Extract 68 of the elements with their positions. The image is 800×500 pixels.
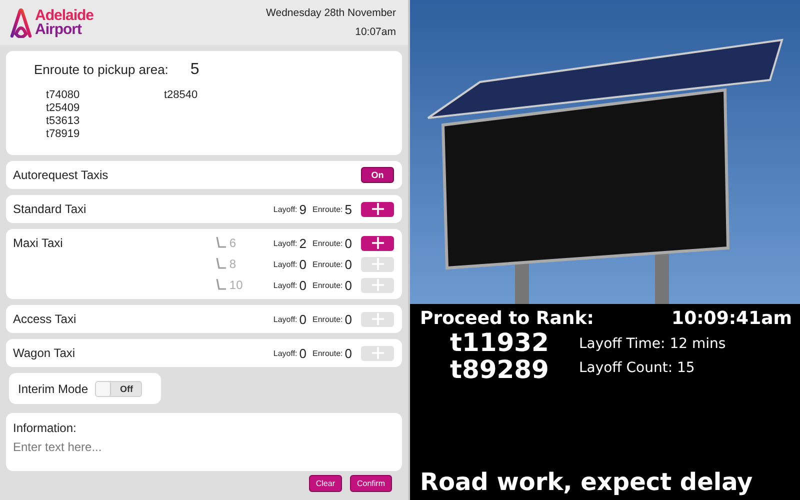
taxi-id: t25409 — [46, 102, 81, 115]
plus-icon — [372, 279, 384, 291]
display-time: 10:09:41am — [672, 308, 792, 329]
taxi-id: t78919 — [46, 128, 81, 141]
action-button[interactable]: Confirm — [350, 475, 392, 492]
seat-icon — [216, 237, 226, 249]
enroute-label: Enroute: — [312, 238, 343, 248]
taxi-id: t53613 — [46, 115, 81, 128]
add-button[interactable] — [361, 236, 394, 250]
plus-icon — [372, 347, 384, 359]
plus-icon — [372, 237, 384, 249]
time-text: 10:07am — [355, 26, 396, 38]
taxi-type-name: Maxi Taxi — [13, 235, 63, 252]
enroute-label: Enroute: — [312, 348, 343, 358]
enroute-count: 0 — [344, 278, 352, 292]
layoff-count: 0 — [299, 312, 307, 326]
autorequest-label: Autorequest Taxis — [13, 168, 108, 182]
taxi-type-name: Standard Taxi — [13, 201, 86, 218]
layoff-count: 0 — [299, 346, 307, 360]
layoff-time-text: Layoff Time: 12 mins — [578, 335, 726, 354]
taxi-id: t28540 — [164, 89, 199, 102]
layoff-label: Layoff: — [273, 204, 298, 214]
logo-text: Adelaide — [35, 8, 94, 22]
enroute-label: Enroute to pickup area: — [34, 62, 168, 77]
display-message: Road work, expect delay — [420, 468, 754, 496]
display-heading: Proceed to Rank: — [420, 308, 594, 329]
layoff-label: Layoff: — [273, 348, 298, 358]
seat-count: 6 — [229, 236, 238, 250]
enroute-label: Enroute: — [312, 204, 343, 214]
seat-icon — [216, 258, 226, 270]
plus-icon — [372, 258, 384, 270]
enroute-count: 0 — [344, 312, 352, 326]
display-taxi-id: t11932 — [450, 329, 549, 356]
date-text: Wednesday 28th November — [266, 7, 396, 19]
seat-count: 8 — [229, 257, 238, 271]
add-button[interactable] — [361, 202, 394, 216]
interim-toggle[interactable]: Off — [95, 380, 142, 396]
information-label: Information: — [13, 421, 78, 435]
plus-icon — [372, 313, 384, 325]
layoff-count: 9 — [299, 202, 307, 216]
seat-icon — [216, 279, 226, 291]
taxi-type-name: Access Taxi — [13, 311, 76, 328]
layoff-label: Layoff: — [273, 238, 298, 248]
enroute-label: Enroute: — [312, 280, 343, 290]
enroute-count: 0 — [344, 346, 352, 360]
seat-count: 10 — [229, 278, 244, 292]
layoff-count: 0 — [299, 256, 307, 272]
logo-text: Airport — [35, 22, 83, 36]
layoff-count-text: Layoff Count: 15 — [578, 359, 696, 378]
layoff-label: Layoff: — [273, 260, 298, 268]
enroute-count: 5 — [190, 61, 200, 79]
plus-icon — [372, 203, 384, 215]
enroute-count: 0 — [344, 256, 352, 272]
layoff-label: Layoff: — [273, 314, 298, 324]
layoff-label: Layoff: — [273, 280, 298, 290]
interim-label: Interim Mode — [18, 382, 88, 396]
enroute-count: 0 — [344, 236, 352, 250]
action-button[interactable]: Clear — [308, 475, 342, 492]
taxi-id: t74080 — [46, 89, 81, 102]
enroute-label: Enroute: — [312, 260, 343, 268]
layoff-count: 2 — [299, 236, 307, 250]
layoff-count: 0 — [299, 278, 307, 292]
taxi-type-name: Wagon Taxi — [13, 345, 76, 362]
display-taxi-id: t89289 — [450, 356, 549, 383]
enroute-count: 5 — [344, 202, 352, 216]
enroute-label: Enroute: — [312, 314, 343, 324]
autorequest-toggle[interactable]: On — [361, 167, 394, 183]
logo-icon — [10, 8, 32, 38]
